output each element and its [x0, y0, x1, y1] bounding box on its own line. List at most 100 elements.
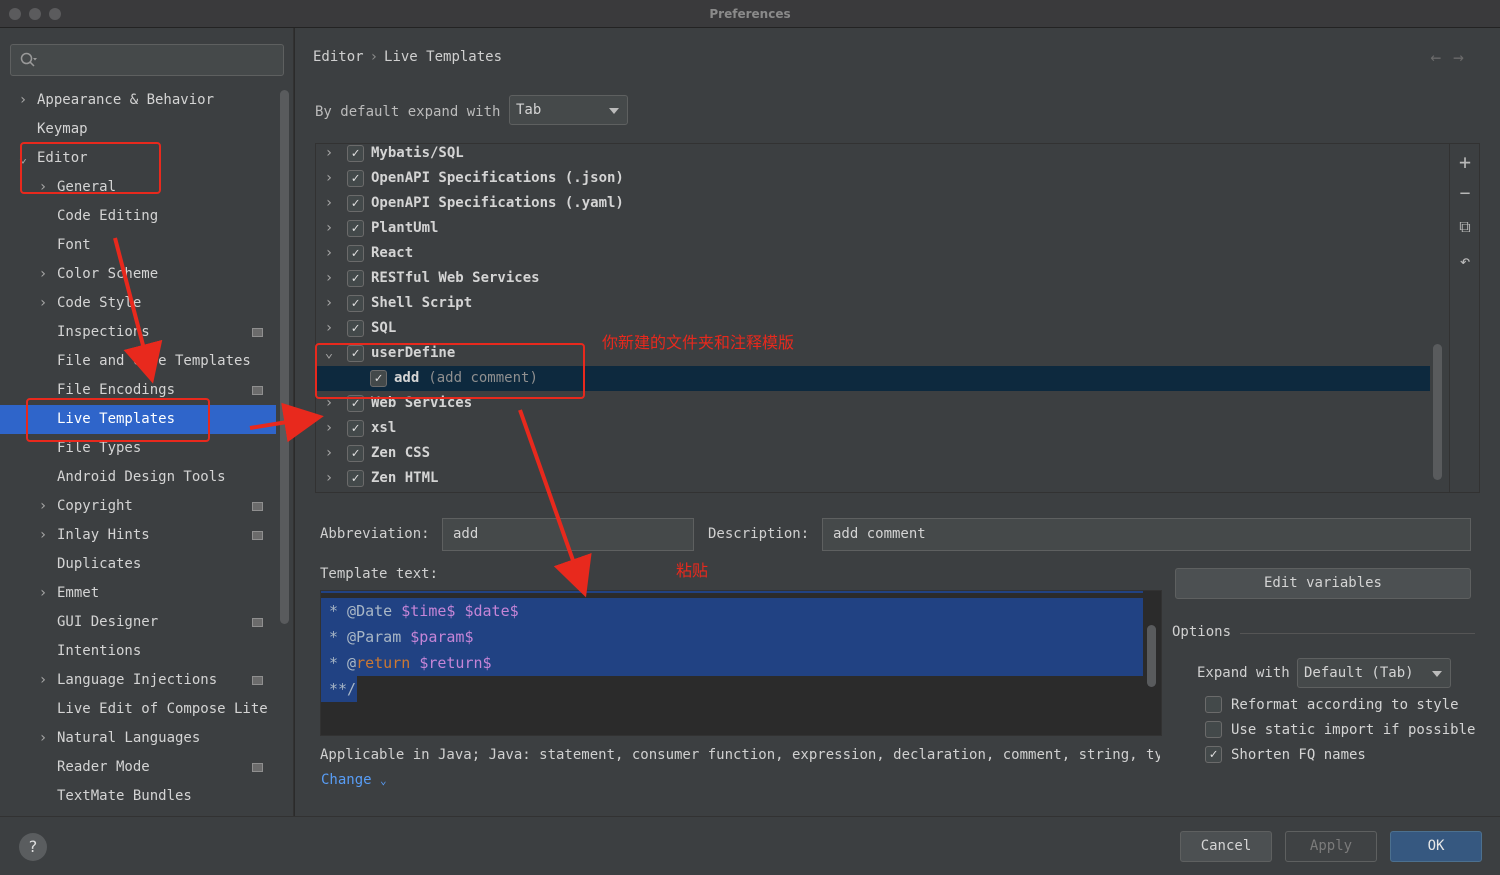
template-group[interactable]: › ✓ React: [316, 241, 1430, 266]
remove-icon[interactable]: −: [1457, 183, 1473, 204]
expand-with-select[interactable]: Default (Tab): [1297, 658, 1451, 688]
sidebar-item[interactable]: ⌄ Editor: [0, 144, 276, 173]
template-group[interactable]: › ✓ OpenAPI Specifications (.json): [316, 166, 1430, 191]
sidebar-scrollbar[interactable]: [280, 90, 289, 624]
chevron-down-icon[interactable]: ⌄: [322, 341, 336, 366]
chevron-right-icon[interactable]: ›: [322, 216, 336, 241]
template-enabled-checkbox[interactable]: ✓: [347, 170, 364, 187]
sidebar-item[interactable]: › Natural Languages: [0, 724, 276, 753]
sidebar-item[interactable]: Code Editing: [0, 202, 276, 231]
template-enabled-checkbox[interactable]: ✓: [347, 270, 364, 287]
option-checkbox[interactable]: ✓: [1205, 746, 1222, 763]
chevron-right-icon[interactable]: ›: [322, 191, 336, 216]
cancel-button[interactable]: Cancel: [1180, 831, 1272, 862]
sidebar-item[interactable]: Keymap: [0, 115, 276, 144]
template-enabled-checkbox[interactable]: ✓: [347, 220, 364, 237]
chevron-right-icon[interactable]: ›: [322, 391, 336, 416]
template-enabled-checkbox[interactable]: ✓: [347, 395, 364, 412]
chevron-right-icon[interactable]: ›: [322, 416, 336, 441]
chevron-right-icon[interactable]: ›: [36, 260, 50, 289]
breadcrumb-parent[interactable]: Editor: [313, 49, 364, 65]
chevron-right-icon[interactable]: ›: [322, 241, 336, 266]
sidebar-item[interactable]: Inspections: [0, 318, 276, 347]
chevron-right-icon[interactable]: ›: [36, 492, 50, 521]
sidebar-item[interactable]: File Encodings: [0, 376, 276, 405]
sidebar-item[interactable]: › Color Scheme: [0, 260, 276, 289]
sidebar-item[interactable]: Android Design Tools: [0, 463, 276, 492]
template-group[interactable]: › ✓ Shell Script: [316, 291, 1430, 316]
chevron-right-icon[interactable]: ›: [36, 724, 50, 753]
add-icon[interactable]: +: [1457, 150, 1473, 174]
sidebar-item[interactable]: › Inlay Hints: [0, 521, 276, 550]
forward-arrow-icon[interactable]: →: [1453, 47, 1476, 68]
apply-button[interactable]: Apply: [1285, 831, 1377, 862]
sidebar-item[interactable]: › Copyright: [0, 492, 276, 521]
option-checkbox[interactable]: [1205, 696, 1222, 713]
template-item[interactable]: ✓ add (add comment): [316, 366, 1430, 391]
default-expand-select[interactable]: Tab: [509, 95, 628, 125]
chevron-right-icon[interactable]: ›: [36, 173, 50, 202]
editor-scrollbar[interactable]: [1147, 625, 1156, 687]
chevron-down-icon[interactable]: ⌄: [16, 144, 30, 173]
option-checkbox[interactable]: [1205, 721, 1222, 738]
help-button[interactable]: ?: [19, 833, 47, 861]
template-text-editor[interactable]: * @Date $time$ $date$ * @Param $param$ *…: [320, 590, 1162, 736]
sidebar-item[interactable]: GUI Designer: [0, 608, 276, 637]
edit-variables-button[interactable]: Edit variables: [1175, 568, 1471, 599]
sidebar-item[interactable]: › Emmet: [0, 579, 276, 608]
template-group[interactable]: › ✓ SQL: [316, 316, 1430, 341]
copy-icon[interactable]: ⧉: [1457, 217, 1473, 237]
sidebar-item[interactable]: Reader Mode: [0, 753, 276, 782]
sidebar-item[interactable]: Duplicates: [0, 550, 276, 579]
template-group[interactable]: › ✓ Mybatis/SQL: [316, 141, 1430, 166]
chevron-right-icon[interactable]: ›: [36, 579, 50, 608]
chevron-right-icon[interactable]: ›: [322, 466, 336, 491]
template-group[interactable]: › ✓ RESTful Web Services: [316, 266, 1430, 291]
chevron-right-icon[interactable]: ›: [16, 86, 30, 115]
template-group[interactable]: › ✓ PlantUml: [316, 216, 1430, 241]
chevron-right-icon[interactable]: ›: [322, 291, 336, 316]
sidebar-item[interactable]: Live Edit of Compose Lite: [0, 695, 276, 724]
restore-defaults-icon[interactable]: ↶: [1457, 251, 1473, 272]
abbreviation-input[interactable]: add: [442, 518, 694, 551]
template-group[interactable]: › ✓ Zen CSS: [316, 441, 1430, 466]
sidebar-item[interactable]: Live Templates: [0, 405, 276, 434]
template-enabled-checkbox[interactable]: ✓: [347, 345, 364, 362]
change-context-link[interactable]: Change ⌄: [321, 772, 387, 788]
template-enabled-checkbox[interactable]: ✓: [370, 370, 387, 387]
sidebar-item[interactable]: › General: [0, 173, 276, 202]
chevron-right-icon[interactable]: ›: [36, 521, 50, 550]
chevron-right-icon[interactable]: ›: [322, 441, 336, 466]
template-enabled-checkbox[interactable]: ✓: [347, 295, 364, 312]
template-enabled-checkbox[interactable]: ✓: [347, 445, 364, 462]
template-group[interactable]: › ✓ xsl: [316, 416, 1430, 441]
sidebar-item[interactable]: TextMate Bundles: [0, 782, 276, 811]
templates-scrollbar[interactable]: [1433, 344, 1442, 480]
sidebar-item[interactable]: File Types: [0, 434, 276, 463]
template-enabled-checkbox[interactable]: ✓: [347, 245, 364, 262]
chevron-right-icon[interactable]: ›: [322, 166, 336, 191]
sidebar-item[interactable]: File and Code Templates: [0, 347, 276, 376]
template-group[interactable]: › ✓ Web Services: [316, 391, 1430, 416]
ok-button[interactable]: OK: [1390, 831, 1482, 862]
chevron-right-icon[interactable]: ›: [322, 316, 336, 341]
settings-search-input[interactable]: [10, 44, 284, 76]
template-group[interactable]: ⌄ ✓ userDefine: [316, 341, 1430, 366]
sidebar-item[interactable]: › Appearance & Behavior: [0, 86, 276, 115]
template-enabled-checkbox[interactable]: ✓: [347, 420, 364, 437]
sidebar-item[interactable]: Intentions: [0, 637, 276, 666]
chevron-right-icon[interactable]: ›: [322, 141, 336, 166]
sidebar-item[interactable]: Font: [0, 231, 276, 260]
template-enabled-checkbox[interactable]: ✓: [347, 195, 364, 212]
sidebar-item[interactable]: › Code Style: [0, 289, 276, 318]
template-enabled-checkbox[interactable]: ✓: [347, 470, 364, 487]
template-enabled-checkbox[interactable]: ✓: [347, 145, 364, 162]
back-arrow-icon[interactable]: ←: [1430, 47, 1453, 68]
template-group[interactable]: › ✓ OpenAPI Specifications (.yaml): [316, 191, 1430, 216]
sidebar-item[interactable]: › Language Injections: [0, 666, 276, 695]
description-input[interactable]: add comment: [822, 518, 1471, 551]
template-enabled-checkbox[interactable]: ✓: [347, 320, 364, 337]
chevron-right-icon[interactable]: ›: [322, 266, 336, 291]
chevron-right-icon[interactable]: ›: [36, 666, 50, 695]
chevron-right-icon[interactable]: ›: [36, 289, 50, 318]
